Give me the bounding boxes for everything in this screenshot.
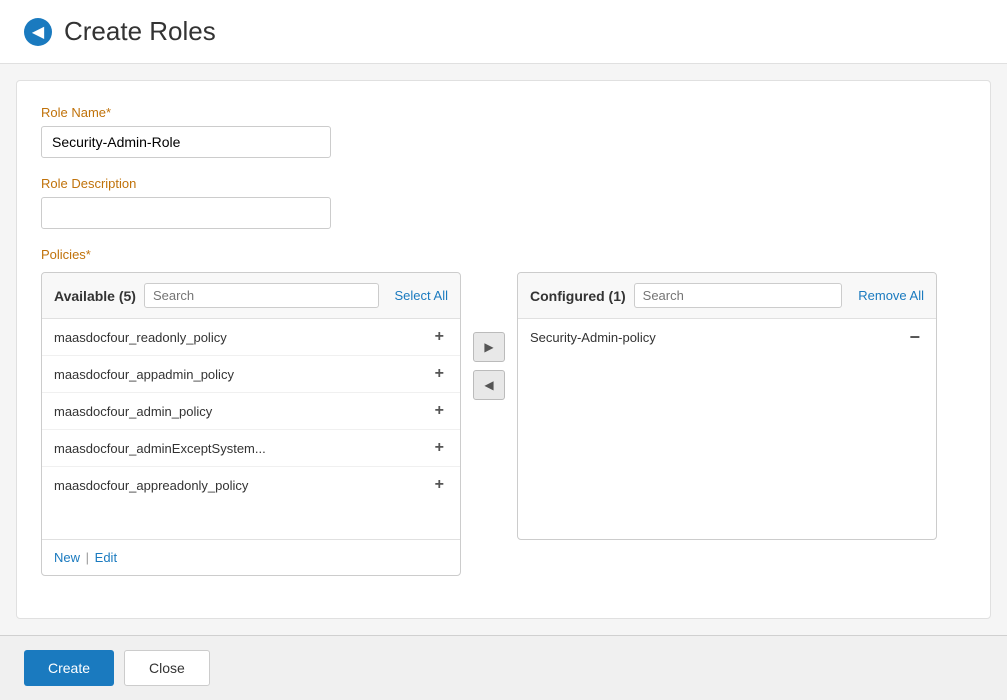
backward-icon: ◀ [484,378,493,392]
policies-container: Available (5) Select All maasdocfour_rea… [41,272,966,576]
configured-panel: Configured (1) Remove All Security-Admin… [517,272,937,540]
list-item[interactable]: maasdocfour_appreadonly_policy + [42,467,460,503]
footer-bar: Create Close [0,635,1007,700]
policies-group: Policies* Available (5) Select All maasd… [41,247,966,576]
configured-panel-title: Configured (1) [530,288,626,304]
available-panel-footer: New | Edit [42,539,460,575]
forward-icon: ▶ [484,340,493,354]
list-item[interactable]: Security-Admin-policy − [518,319,936,355]
list-item[interactable]: maasdocfour_readonly_policy + [42,319,460,356]
item-name: maasdocfour_appadmin_policy [54,367,234,382]
add-item-button[interactable]: + [431,402,448,420]
transfer-forward-button[interactable]: ▶ [473,332,505,362]
item-name: maasdocfour_appreadonly_policy [54,478,248,493]
remove-item-button[interactable]: − [905,328,924,346]
available-panel-body: maasdocfour_readonly_policy + maasdocfou… [42,319,460,539]
transfer-backward-button[interactable]: ◀ [473,370,505,400]
list-item[interactable]: maasdocfour_appadmin_policy + [42,356,460,393]
page-header: ◀ Create Roles [0,0,1007,64]
main-content: Role Name* Role Description Policies* Av… [16,80,991,619]
role-description-input[interactable] [41,197,331,229]
configured-search-input[interactable] [634,283,843,308]
item-name: Security-Admin-policy [530,330,656,345]
role-description-group: Role Description [41,176,966,229]
item-name: maasdocfour_readonly_policy [54,330,227,345]
role-name-label: Role Name* [41,105,966,120]
add-item-button[interactable]: + [431,476,448,494]
remove-all-link[interactable]: Remove All [858,288,924,303]
role-name-input[interactable] [41,126,331,158]
page-title: Create Roles [64,16,216,47]
add-item-button[interactable]: + [431,365,448,383]
item-name: maasdocfour_admin_policy [54,404,212,419]
back-icon: ◀ [32,22,44,42]
new-policy-link[interactable]: New [54,550,80,565]
item-name: maasdocfour_adminExceptSystem... [54,441,266,456]
edit-policy-link[interactable]: Edit [95,550,117,565]
list-item[interactable]: maasdocfour_admin_policy + [42,393,460,430]
available-panel: Available (5) Select All maasdocfour_rea… [41,272,461,576]
footer-separator: | [86,550,89,565]
select-all-link[interactable]: Select All [395,288,448,303]
transfer-controls: ▶ ◀ [461,332,517,400]
role-name-group: Role Name* [41,105,966,158]
policies-label: Policies* [41,247,966,262]
add-item-button[interactable]: + [431,439,448,457]
close-button[interactable]: Close [124,650,210,686]
available-panel-title: Available (5) [54,288,136,304]
role-description-label: Role Description [41,176,966,191]
add-item-button[interactable]: + [431,328,448,346]
configured-panel-body: Security-Admin-policy − [518,319,936,539]
list-item[interactable]: maasdocfour_adminExceptSystem... + [42,430,460,467]
create-button[interactable]: Create [24,650,114,686]
available-search-input[interactable] [144,283,379,308]
configured-panel-header: Configured (1) Remove All [518,273,936,319]
back-button[interactable]: ◀ [24,18,52,46]
available-panel-header: Available (5) Select All [42,273,460,319]
